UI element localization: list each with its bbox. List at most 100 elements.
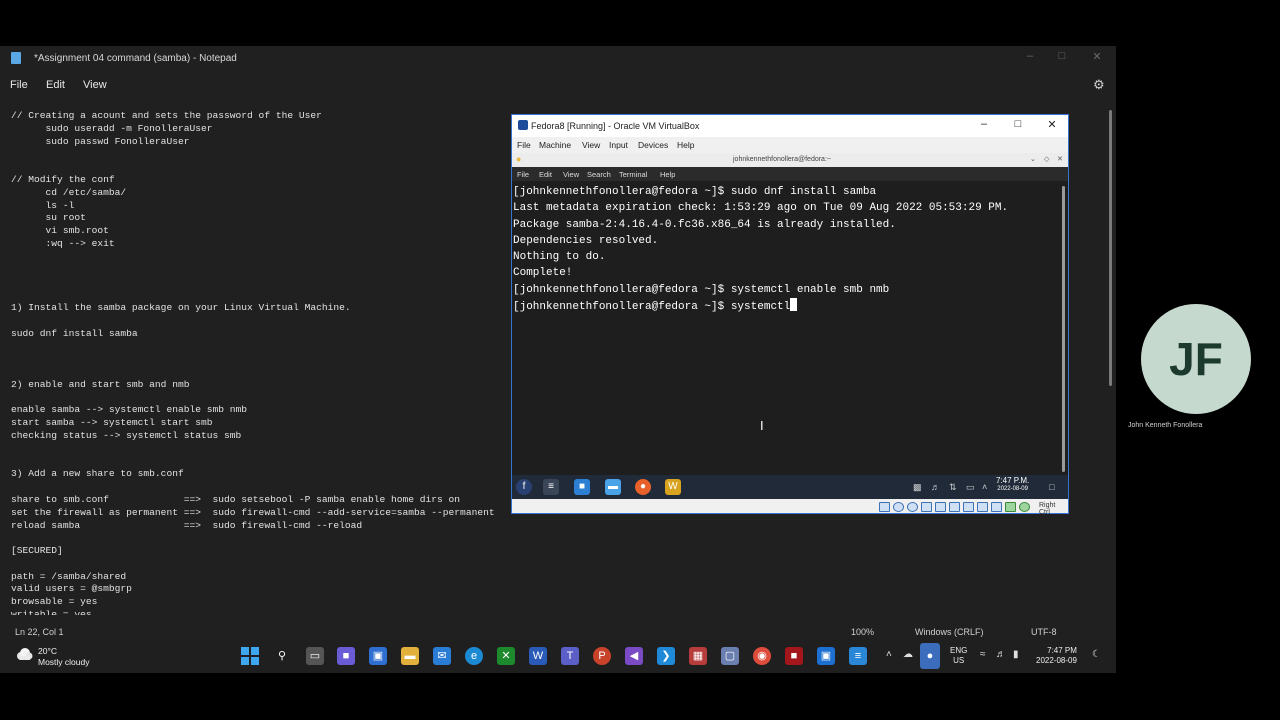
start-windows-icon[interactable] bbox=[241, 647, 259, 665]
teams-icon[interactable]: T bbox=[561, 647, 579, 665]
notepad-icon bbox=[11, 52, 21, 64]
search-icon[interactable]: ⚲ bbox=[273, 647, 291, 665]
visual-studio-icon[interactable]: ◀ bbox=[625, 647, 643, 665]
mail-icon[interactable]: ✉ bbox=[433, 647, 451, 665]
virtualbox-running-icon[interactable]: ▣ bbox=[817, 647, 835, 665]
cloudy-weather-icon[interactable] bbox=[15, 647, 33, 661]
notepad-scrollbar[interactable] bbox=[1109, 110, 1112, 386]
keyboard-capture-icon[interactable] bbox=[1019, 502, 1030, 512]
system-clock[interactable]: 7:47 PM 2022-08-09 bbox=[1036, 646, 1077, 666]
weather-temperature[interactable]: 20°C bbox=[38, 646, 57, 656]
maximize-icon[interactable]: □ bbox=[1054, 50, 1070, 62]
virtualbox-window: Fedora8 [Running] - Oracle VM VirtualBox… bbox=[511, 114, 1069, 516]
display-icon[interactable] bbox=[963, 502, 974, 512]
cpu-icon[interactable] bbox=[991, 502, 1002, 512]
powerpoint-icon[interactable]: P bbox=[593, 647, 611, 665]
notepad-taskbar-icon[interactable]: ≡ bbox=[849, 647, 867, 665]
store-icon[interactable]: ■ bbox=[574, 479, 590, 495]
battery-icon[interactable]: ▮ bbox=[1013, 649, 1019, 660]
writer-icon[interactable]: W bbox=[665, 479, 681, 495]
terminal-prompt-line[interactable]: [johnkennethfonollera@fedora ~]$ systemc… bbox=[513, 298, 1059, 315]
vb-menu-file[interactable]: File bbox=[517, 140, 531, 150]
task-view-icon[interactable]: ▭ bbox=[306, 647, 324, 665]
virtualbox-taskbar-icon[interactable]: ▢ bbox=[721, 647, 739, 665]
term-menu-help[interactable]: Help bbox=[660, 170, 675, 179]
close-icon[interactable]: ✕ bbox=[1057, 155, 1063, 163]
chevron-up-icon[interactable]: ˄ bbox=[886, 649, 892, 660]
term-menu-terminal[interactable]: Terminal bbox=[619, 170, 647, 179]
terminal-title: johnkennethfonollera@fedora:~ bbox=[733, 156, 831, 163]
vb-menu-devices[interactable]: Devices bbox=[638, 140, 668, 150]
network-icon[interactable] bbox=[921, 502, 932, 512]
virtualbox-titlebar: Fedora8 [Running] - Oracle VM VirtualBox… bbox=[512, 115, 1068, 137]
vb-menu-input[interactable]: Input bbox=[609, 140, 628, 150]
display-icon[interactable]: ▭ bbox=[966, 482, 975, 493]
guest-clock-time: 7:47 P.M. bbox=[996, 476, 1030, 485]
minimize-icon[interactable]: – bbox=[1022, 50, 1038, 62]
zoom-level: 100% bbox=[851, 627, 875, 637]
close-icon[interactable]: ✕ bbox=[1044, 118, 1060, 131]
language-indicator[interactable]: ENG US bbox=[950, 646, 967, 666]
notepad-statusbar: Ln 22, Col 1 100% Windows (CRLF) UTF-8 bbox=[0, 621, 1116, 639]
audio-icon[interactable] bbox=[907, 502, 918, 512]
xbox-icon[interactable]: ✕ bbox=[497, 647, 515, 665]
focus-assist-icon[interactable]: ☾ bbox=[1092, 649, 1101, 660]
vb-menu-help[interactable]: Help bbox=[677, 140, 694, 150]
participant-avatar: JF bbox=[1141, 304, 1251, 414]
restore-icon[interactable]: ◇ bbox=[1044, 155, 1049, 163]
virtualbox-statusbar: Right Ctrl bbox=[512, 499, 1068, 516]
vb-menu-machine[interactable]: Machine bbox=[539, 140, 571, 150]
edge-icon[interactable]: e bbox=[465, 647, 483, 665]
minimize-icon[interactable]: – bbox=[976, 118, 992, 130]
file-manager-icon[interactable]: ▬ bbox=[605, 479, 621, 495]
guest-clock[interactable]: 7:47 P.M. 2022-08-09 bbox=[996, 477, 1029, 493]
photos-icon[interactable]: ▦ bbox=[689, 647, 707, 665]
menu-file[interactable]: File bbox=[10, 79, 28, 91]
volume-icon[interactable]: ♬ bbox=[996, 649, 1006, 660]
store-icon[interactable]: ▣ bbox=[369, 647, 387, 665]
settings-gear-icon[interactable]: ⚙ bbox=[1093, 77, 1105, 93]
close-icon[interactable]: ✕ bbox=[1089, 50, 1105, 63]
usb-icon[interactable]: ⇅ bbox=[949, 482, 957, 493]
maximize-icon[interactable]: □ bbox=[1010, 118, 1026, 130]
firefox-icon[interactable]: ● bbox=[635, 479, 651, 495]
hard-disk-icon[interactable] bbox=[879, 502, 890, 512]
word-icon[interactable]: W bbox=[529, 647, 547, 665]
term-menu-search[interactable]: Search bbox=[587, 170, 611, 179]
guest-display[interactable]: ● johnkennethfonollera@fedora:~ ⌄ ◇ ✕ Fi… bbox=[512, 153, 1068, 499]
app-icon[interactable]: ■ bbox=[785, 647, 803, 665]
menu-view[interactable]: View bbox=[83, 79, 107, 91]
settings-icon[interactable]: ≡ bbox=[543, 479, 559, 495]
terminal-output[interactable]: [johnkennethfonollera@fedora ~]$ sudo dn… bbox=[512, 184, 1059, 474]
ibeam-cursor-icon: I bbox=[760, 418, 764, 433]
wifi-icon[interactable]: ≈ bbox=[980, 649, 986, 660]
notification-icon[interactable]: □ bbox=[1049, 482, 1054, 492]
cursor-position: Ln 22, Col 1 bbox=[15, 627, 64, 637]
term-menu-edit[interactable]: Edit bbox=[539, 170, 552, 179]
chrome-icon[interactable]: ◉ bbox=[753, 647, 771, 665]
term-menu-file[interactable]: File bbox=[517, 170, 529, 179]
shared-folder-icon[interactable] bbox=[949, 502, 960, 512]
vb-menu-view[interactable]: View bbox=[582, 140, 600, 150]
recording-icon[interactable] bbox=[977, 502, 988, 512]
clipboard-icon[interactable]: ▩ bbox=[913, 482, 922, 493]
usb-device-icon[interactable] bbox=[935, 502, 946, 512]
chevron-down-icon[interactable]: ⌄ bbox=[1030, 155, 1036, 163]
menu-edit[interactable]: Edit bbox=[46, 79, 65, 91]
notepad-text-area[interactable]: // Creating a acount and sets the passwo… bbox=[11, 110, 511, 615]
terminal-scrollbar[interactable] bbox=[1062, 186, 1065, 472]
chevron-up-icon[interactable]: ˄ bbox=[982, 482, 987, 492]
weather-description[interactable]: Mostly cloudy bbox=[38, 657, 90, 667]
volume-icon[interactable]: ♬ bbox=[931, 482, 940, 492]
term-menu-view[interactable]: View bbox=[563, 170, 579, 179]
file-explorer-icon[interactable]: ▬ bbox=[401, 647, 419, 665]
chat-icon[interactable]: ■ bbox=[337, 647, 355, 665]
optical-drive-icon[interactable] bbox=[893, 502, 904, 512]
mouse-integration-icon[interactable] bbox=[1005, 502, 1016, 512]
notepad-title: *Assignment 04 command (samba) - Notepad bbox=[34, 53, 237, 64]
fedora-icon[interactable]: f bbox=[516, 479, 532, 495]
microphone-icon[interactable]: ● bbox=[920, 643, 940, 669]
onedrive-icon[interactable]: ☁ bbox=[903, 649, 913, 660]
virtualbox-icon bbox=[518, 120, 528, 130]
vscode-icon[interactable]: ❯ bbox=[657, 647, 675, 665]
